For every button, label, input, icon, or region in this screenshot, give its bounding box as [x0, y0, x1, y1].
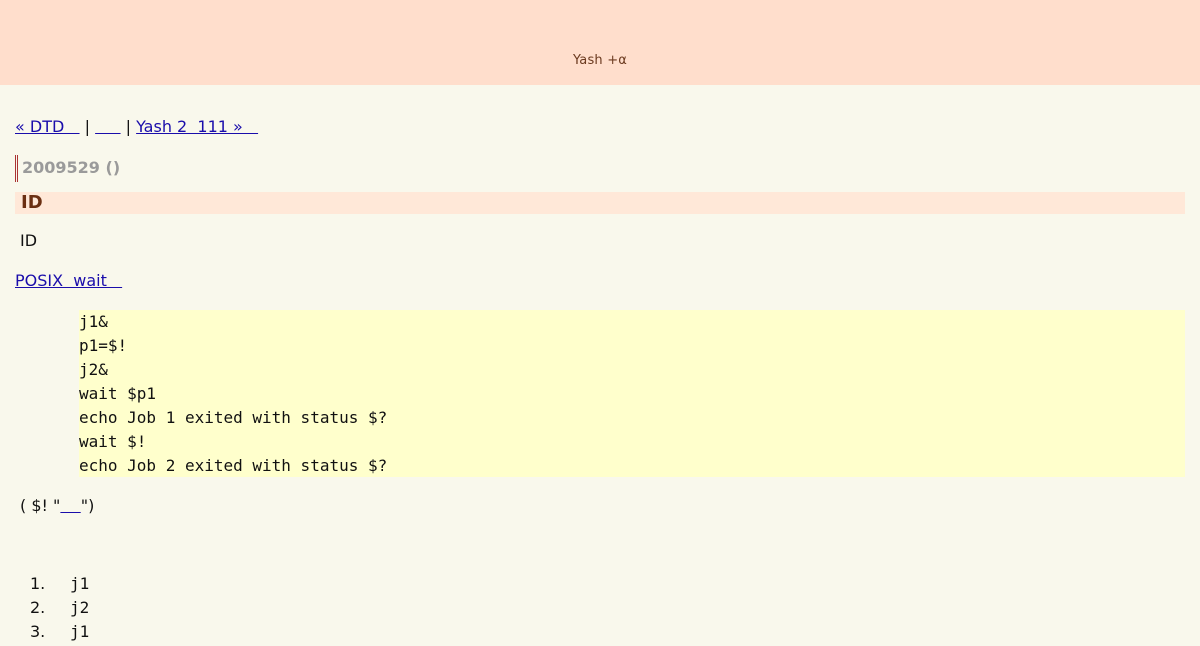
next-post-link[interactable]: Yash 2 111 »	[136, 117, 258, 136]
top-page-link[interactable]	[95, 117, 120, 136]
posix-wait-link[interactable]: POSIX wait	[15, 271, 122, 290]
site-header: Yash +α	[0, 0, 1200, 85]
code-line: wait $!	[79, 432, 147, 451]
note-text: ( $! "	[20, 496, 61, 515]
note-link[interactable]	[60, 496, 80, 515]
post-date: 2009529 ()	[15, 155, 120, 182]
list-number: 2.	[30, 598, 46, 617]
nav-separator: |	[79, 117, 96, 136]
prev-post-link[interactable]: « DTD	[15, 117, 80, 136]
note-text: ")	[80, 496, 95, 515]
list-number: 3.	[30, 622, 46, 641]
list-text: j1	[70, 622, 90, 641]
post-paragraph: ID	[20, 231, 38, 250]
code-line: echo Job 1 exited with status $?	[79, 408, 388, 427]
code-line: echo Job 2 exited with status $?	[79, 456, 388, 475]
note-paragraph: ( $! " ")	[20, 496, 94, 515]
nav-separator: |	[120, 117, 137, 136]
code-line: wait $p1	[79, 384, 157, 403]
code-line: j1&	[79, 312, 108, 331]
posix-wait-link-line: POSIX wait	[15, 271, 122, 290]
code-block: j1& p1=$! j2& wait $p1 echo Job 1 exited…	[79, 310, 1185, 477]
list-text: j2	[70, 598, 90, 617]
list-number: 1.	[30, 574, 46, 593]
site-title[interactable]: Yash +α	[0, 53, 1200, 68]
post-title[interactable]: ID	[15, 192, 1185, 214]
post-navigation: « DTD | | Yash 2 111 »	[15, 117, 258, 136]
code-line: p1=$!	[79, 336, 128, 355]
list-text: j1	[70, 574, 90, 593]
code-line: j2&	[79, 360, 108, 379]
